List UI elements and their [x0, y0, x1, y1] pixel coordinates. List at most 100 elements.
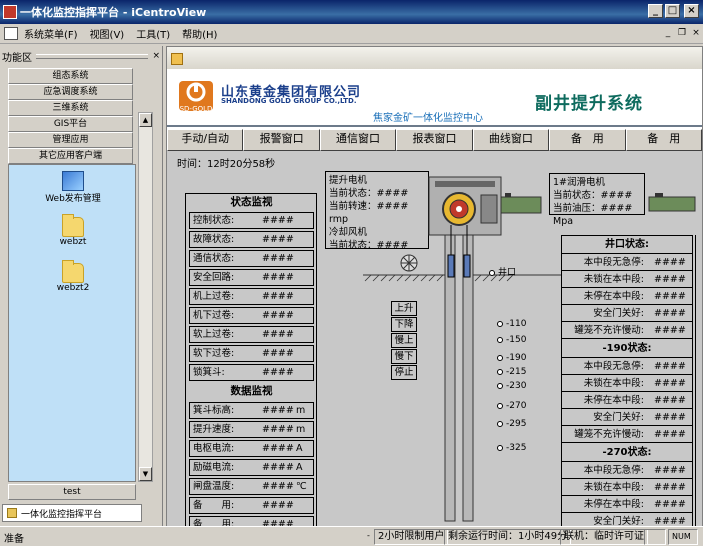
menu-system[interactable]: 系统菜单(F) [18, 26, 84, 41]
lube-motor-box: 1#润滑电机 当前状态：#### 当前油压：#### Mpa [549, 173, 645, 227]
status-blank [644, 529, 666, 545]
status-license: 联机：临时许可证 [560, 529, 648, 545]
level-190-status-title: -190状态: [562, 340, 692, 358]
web-publish-item[interactable]: Web发布管理 [9, 171, 137, 204]
menu-help[interactable]: 帮助(H) [176, 26, 223, 41]
level-325: -325 [497, 443, 526, 453]
category-test[interactable]: test [8, 484, 136, 500]
alarm-window-button[interactable]: 报警窗口 [243, 129, 320, 151]
main-view: SD-GOLD 山东黄金集团有限公司 SHANDONG GOLD GROUP C… [166, 46, 703, 530]
category-scada[interactable]: 组态系统 [8, 68, 133, 84]
webzt-item[interactable]: webzt [9, 214, 137, 247]
document-icon [4, 27, 18, 40]
status-user: 2小时限制用户 [374, 529, 449, 545]
spare-button-1[interactable]: 备 用 [549, 129, 626, 151]
comm-window-button[interactable]: 通信窗口 [319, 129, 397, 151]
status-row: 故障状态: #### [189, 231, 314, 248]
data-row: 箕斗标高: #### m [189, 402, 314, 419]
category-other-clients[interactable]: 其它应用客户端 [8, 148, 133, 164]
webzt2-label: webzt2 [56, 283, 90, 293]
menu-view[interactable]: 视图(V) [84, 26, 131, 41]
spare-button-2[interactable]: 备 用 [625, 129, 702, 151]
view-header [167, 47, 702, 69]
logo-badge: SD-GOLD [179, 105, 213, 113]
category-gis[interactable]: GIS平台 [8, 116, 133, 132]
data-row: 电枢电流: #### A [189, 440, 314, 457]
web-publish-icon [62, 171, 84, 191]
data-row: 备 用: #### [189, 497, 314, 514]
report-window-button[interactable]: 报表窗口 [396, 129, 473, 151]
lube-motor-status: 当前状态：#### [553, 190, 633, 201]
table-row: 未停在本中段: #### [562, 393, 692, 409]
stop-button[interactable]: 停止 [391, 365, 417, 380]
banner: SD-GOLD 山东黄金集团有限公司 SHANDONG GOLD GROUP C… [167, 73, 702, 127]
mdi-minimize-button[interactable]: _ [662, 28, 674, 38]
level-150: -150 [497, 335, 526, 345]
lube-pump-icon [500, 196, 542, 214]
company-logo: SD-GOLD [179, 81, 213, 113]
title-bar[interactable]: 一体化监控指挥平台 - iCentroView _ □ × [0, 0, 703, 24]
status-row: 锁箕斗: #### [189, 364, 314, 381]
curve-window-button[interactable]: 曲线窗口 [472, 129, 550, 151]
table-row: 未停在本中段: #### [562, 289, 692, 305]
platform-tab-icon [7, 508, 17, 518]
center-name: 焦家金矿一体化监控中心 [373, 113, 483, 124]
table-row: 本中段无急停: #### [562, 255, 692, 271]
tab-platform[interactable]: 一体化监控指挥平台 [2, 504, 142, 522]
maximize-button[interactable]: □ [665, 4, 680, 18]
category-emergency[interactable]: 应急调度系统 [8, 84, 133, 100]
table-row: 安全门关好: #### [562, 410, 692, 426]
status-ready: 准备 [4, 534, 24, 545]
webzt2-item[interactable]: webzt2 [9, 260, 137, 293]
wellhead-label: 井口 [489, 265, 516, 278]
level-230: -230 [497, 381, 526, 391]
table-row: 本中段无急停: #### [562, 463, 692, 479]
scroll-up-icon[interactable]: ▲ [139, 113, 152, 127]
status-panel: 状态监视 控制状态: #### 故障状态: #### 通信状态: #### 安全回路:… [185, 193, 317, 530]
status-row: 软下过卷: #### [189, 345, 314, 362]
function-panel: 功能区 × 组态系统 应急调度系统 三维系统 GIS平台 管理应用 其它应用客户… [0, 46, 163, 526]
status-panel-title: 状态监视 [230, 196, 273, 208]
table-row: 未锁在本中段: #### [562, 272, 692, 288]
level-270-status-title: -270状态: [562, 444, 692, 462]
view-icon [171, 53, 183, 65]
minimize-button[interactable]: _ [648, 4, 663, 18]
status-num: NUM [668, 529, 698, 545]
lube-motor-title: 1#润滑电机 [553, 177, 606, 188]
up-button[interactable]: 上升 [391, 301, 417, 316]
close-button[interactable]: × [684, 4, 699, 18]
mdi-restore-button[interactable]: ❐ [676, 28, 688, 38]
table-row: 本中段无急停: #### [562, 359, 692, 375]
panel-close-icon[interactable]: × [152, 51, 160, 61]
table-row: 未锁在本中段: #### [562, 376, 692, 392]
slow-down-button[interactable]: 慢下 [391, 349, 417, 364]
wellhead-status-title: 井口状态: [562, 236, 692, 254]
status-row: 通信状态: #### [189, 250, 314, 267]
menu-tools[interactable]: 工具(T) [130, 26, 176, 41]
data-row: 励磁电流: #### A [189, 459, 314, 476]
panel-scrollbar[interactable]: ▲ ▼ [138, 112, 153, 482]
status-row: 控制状态: #### [189, 212, 314, 229]
panel-grip[interactable] [36, 53, 149, 59]
hoist-diagram: 时间：12时20分58秒 状态监视 控制状态: #### 故障状态: #### 通信… [167, 151, 702, 530]
web-publish-label: Web发布管理 [45, 194, 101, 204]
down-button[interactable]: 下降 [391, 317, 417, 332]
webzt-label: webzt [59, 237, 87, 247]
category-content-area: Web发布管理 webzt webzt2 [8, 164, 136, 482]
logo-mark-icon [186, 82, 206, 102]
mdi-close-button[interactable]: × [690, 28, 702, 38]
level-215: -215 [497, 367, 526, 377]
level-295: -295 [497, 419, 526, 429]
lube-pump-2-icon [648, 193, 696, 212]
scroll-down-icon[interactable]: ▼ [139, 467, 152, 481]
system-title: 副井提升系统 [535, 94, 643, 114]
status-bar: 准备 - 2小时限制用户 剩余运行时间：1小时49分 联机：临时许可证 NUM [0, 526, 703, 546]
status-row: 机上过卷: #### [189, 288, 314, 305]
table-edge [695, 235, 701, 527]
table-row: 未锁在本中段: #### [562, 480, 692, 496]
category-3d[interactable]: 三维系统 [8, 100, 133, 116]
category-management[interactable]: 管理应用 [8, 132, 133, 148]
function-panel-title: 功能区 [2, 52, 32, 64]
slow-up-button[interactable]: 慢上 [391, 333, 417, 348]
manual-auto-button[interactable]: 手动/自动 [167, 129, 244, 151]
